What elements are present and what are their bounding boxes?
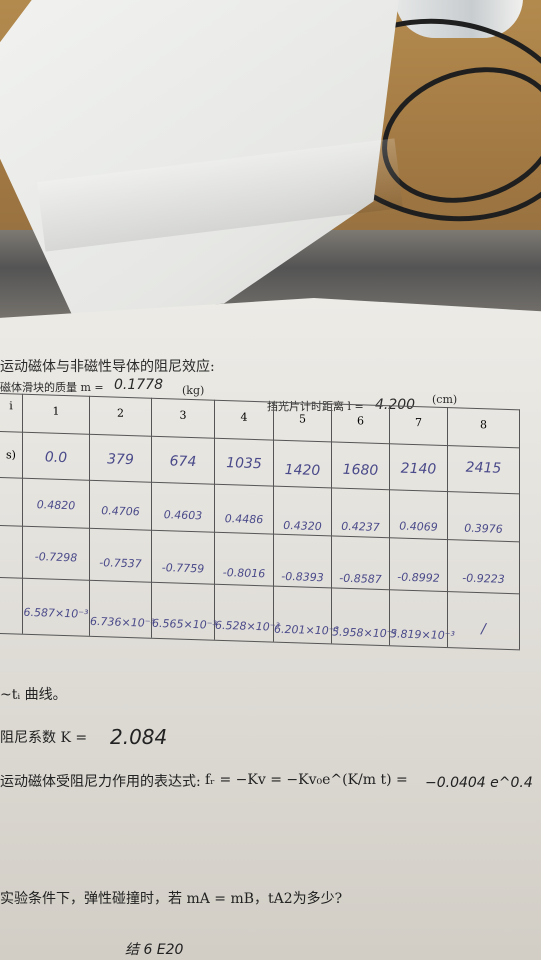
table-cell: 0.4603 <box>163 508 203 523</box>
table-cell: 379 <box>107 451 134 469</box>
table-line <box>22 393 23 634</box>
table-cell: -0.8016 <box>222 566 266 581</box>
table-cell: -0.7759 <box>161 561 205 576</box>
question-text: 实验条件下，弹性碰撞时，若 mA = mB，tA2为多少? <box>0 891 343 907</box>
table-cell: 1035 <box>226 455 262 473</box>
table-cell: 6.736×10⁻³ <box>90 614 155 630</box>
table-cell: 1420 <box>284 461 321 480</box>
table-cell: -0.7298 <box>34 550 78 565</box>
row-label: s) <box>6 448 16 462</box>
table-cell: -0.7537 <box>99 556 142 571</box>
mass-unit: (kg) <box>182 384 205 397</box>
expression-answer: −0.0404 e^0.4 <box>425 775 533 791</box>
table-cell: 6.201×10⁻³ <box>274 622 339 638</box>
table-header-cell: 8 <box>480 418 487 432</box>
coefficient-value: 2.084 <box>110 725 168 749</box>
table-cell: 0.4320 <box>283 518 322 534</box>
table-header-cell: 6 <box>357 414 364 428</box>
table-header-cell: 3 <box>179 408 187 422</box>
table-line <box>0 477 520 495</box>
table-cell: 0.3976 <box>464 521 503 536</box>
table-line <box>0 431 520 449</box>
bottom-note: 结 6 E20 <box>125 942 184 958</box>
table-cell: 0.4069 <box>399 519 438 534</box>
table-header-cell: 4 <box>240 410 248 424</box>
table-cell: 5.819×10⁻³ <box>390 627 455 643</box>
expression-label: 运动磁体受阻尼力作用的表达式: <box>0 774 201 790</box>
data-table: i 1 2 3 4 5 6 7 8 s) 0.0 379 674 1035 14… <box>0 393 520 664</box>
table-cell: / <box>481 621 486 638</box>
mass-value: 0.1778 <box>114 377 163 393</box>
table-cell: 0.0 <box>44 449 68 467</box>
table-cell: 0.4706 <box>101 504 140 519</box>
table-cell: -0.9223 <box>462 571 505 586</box>
photo-scene: 运动磁体与非磁性导体的阻尼效应: 磁体滑块的质量 m = 0.1778 (kg)… <box>0 0 541 960</box>
table-cell: 6.565×10⁻³ <box>152 616 217 632</box>
table-cell: 0.4486 <box>224 512 264 527</box>
distance-unit: (cm) <box>432 393 458 406</box>
table-cell: 0.4237 <box>341 519 380 534</box>
table-header-cell: i <box>9 399 13 413</box>
table-header-cell: 1 <box>52 404 60 418</box>
table-cell: 6.528×10⁻³ <box>215 618 280 634</box>
table-cell: 2415 <box>465 459 502 477</box>
table-cell: 6.587×10⁻³ <box>23 605 89 621</box>
table-cell: -0.8587 <box>339 571 382 586</box>
section-title: 运动磁体与非磁性导体的阻尼效应: <box>0 359 215 375</box>
table-cell: 2140 <box>400 460 437 478</box>
table-cell: 5.958×10⁻³ <box>332 625 397 641</box>
table-cell: 0.4820 <box>36 498 76 513</box>
table-cell: 674 <box>169 453 197 471</box>
expression-formula: fᵣ = −Kv = −Kv₀e^(K/m t) = <box>205 772 408 788</box>
coefficient-label: 阻尼系数 K = <box>0 730 88 746</box>
table-header-cell: 2 <box>117 406 124 420</box>
table-header-cell: 7 <box>415 416 422 430</box>
table-cell: 1680 <box>342 461 379 479</box>
table-cell: -0.8393 <box>281 569 324 585</box>
table-cell: -0.8992 <box>397 570 440 585</box>
table-line <box>519 409 520 650</box>
curve-instruction: ~tᵢ 曲线。 <box>0 687 67 703</box>
table-header-cell: 5 <box>299 412 306 426</box>
